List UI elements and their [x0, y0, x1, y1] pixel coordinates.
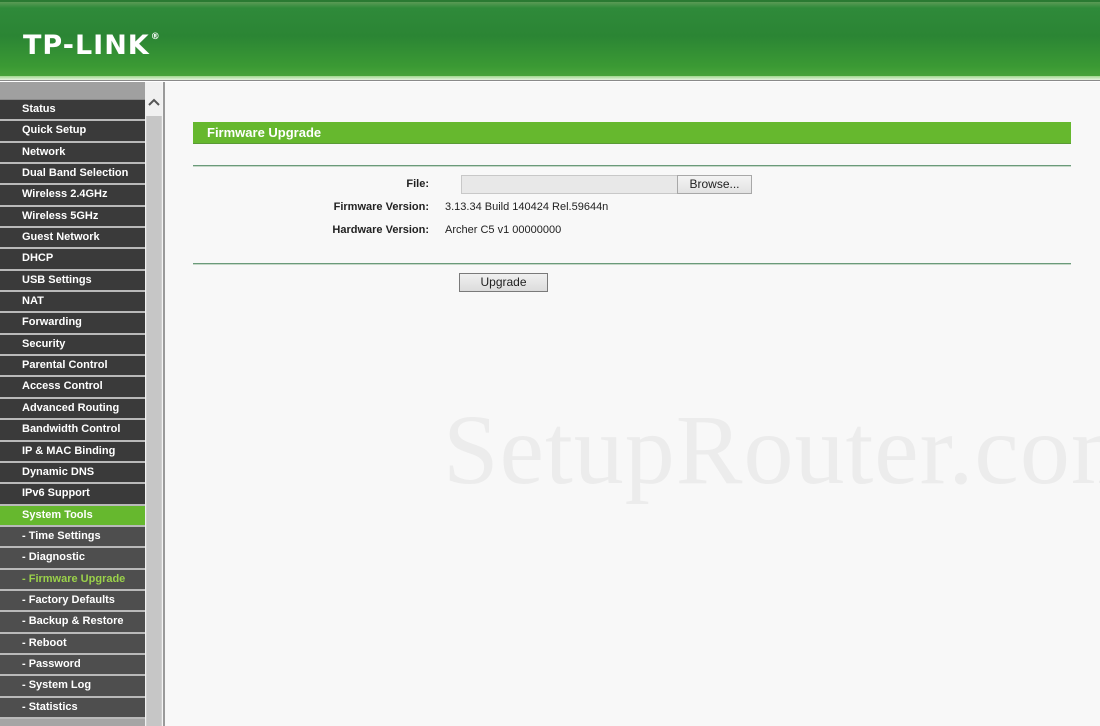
sidebar-item-system-tools[interactable]: System Tools — [0, 505, 145, 527]
sidebar-item-quick-setup[interactable]: Quick Setup — [0, 121, 145, 143]
sidebar-item-status[interactable]: Status — [0, 100, 145, 122]
sidebar-item-diagnostic[interactable]: - Diagnostic — [0, 548, 145, 570]
sidebar-frame: Status Quick Setup Network Dual Band Select… — [0, 82, 162, 726]
sidebar-item-factory-defaults[interactable]: - Factory Defaults — [0, 590, 145, 613]
sidebar-item-parental-control[interactable]: Parental Control — [0, 356, 145, 378]
firmware-version-label: Firmware Version: — [333, 201, 429, 213]
sidebar-item-ipv6-support[interactable]: IPv6 Support — [0, 484, 145, 506]
header-banner: TP-LINK® — [0, 0, 1100, 78]
sidebar-item-advanced-routing[interactable]: Advanced Routing — [0, 398, 145, 421]
browse-button[interactable]: Browse... — [677, 175, 752, 194]
divider-bottom — [193, 263, 1071, 265]
main-content: Firmware Upgrade File: Browse... Firmwar… — [165, 82, 1100, 726]
sidebar-item-ip-and-mac-binding[interactable]: IP & MAC Binding — [0, 441, 145, 463]
nav-list: Status Quick Setup Network Dual Band Select… — [0, 100, 145, 719]
sidebar-item-reboot[interactable]: - Reboot — [0, 633, 145, 655]
hardware-version-value: Archer C5 v1 00000000 — [445, 224, 562, 236]
file-path-input[interactable] — [461, 175, 679, 194]
sidebar-item-network[interactable]: Network — [0, 142, 145, 165]
tp-link-logo: TP-LINK® — [23, 30, 161, 61]
sidebar-item-access-control[interactable]: Access Control — [0, 377, 145, 399]
sidebar-top-bar — [0, 82, 145, 100]
divider-top — [193, 165, 1071, 167]
firmware-version-value: 3.13.34 Build 140424 Rel.59644n — [445, 201, 609, 213]
sidebar-item-statistics[interactable]: - Statistics — [0, 697, 145, 719]
sidebar-item-nat[interactable]: NAT — [0, 292, 145, 314]
sidebar-item-wireless-5ghz[interactable]: Wireless 5GHz — [0, 206, 145, 229]
sidebar-item-usb-settings[interactable]: USB Settings — [0, 270, 145, 293]
sidebar-item-backup-and-restore[interactable]: - Backup & Restore — [0, 612, 145, 634]
sidebar-item-security[interactable]: Security — [0, 334, 145, 357]
scrollbar-thumb[interactable] — [147, 116, 161, 726]
sidebar-item-wireless-2-4ghz[interactable]: Wireless 2.4GHz — [0, 185, 145, 207]
hardware-version-label: Hardware Version: — [332, 224, 429, 236]
header-divider — [0, 76, 1100, 81]
sidebar-item-dynamic-dns[interactable]: Dynamic DNS — [0, 462, 145, 485]
registered-mark: ® — [150, 32, 161, 42]
sidebar-item-system-log[interactable]: - System Log — [0, 676, 145, 698]
page-title: Firmware Upgrade — [193, 122, 1071, 144]
sidebar-item-guest-network[interactable]: Guest Network — [0, 228, 145, 250]
file-label: File: — [406, 178, 429, 190]
sidebar-item-bandwidth-control[interactable]: Bandwidth Control — [0, 420, 145, 442]
watermark-text: SetupRouter.com — [443, 394, 1100, 505]
sidebar-item-firmware-upgrade[interactable]: - Firmware Upgrade — [0, 569, 145, 591]
sidebar-item-forwarding[interactable]: Forwarding — [0, 313, 145, 335]
scroll-up-icon[interactable] — [146, 82, 162, 116]
logo-text: TP-LINK — [23, 30, 150, 61]
sidebar-menu: Status Quick Setup Network Dual Band Select… — [0, 82, 145, 726]
sidebar-item-time-settings[interactable]: - Time Settings — [0, 526, 145, 549]
sidebar-item-dhcp[interactable]: DHCP — [0, 249, 145, 271]
sidebar-item-dual-band-selection[interactable]: Dual Band Selection — [0, 164, 145, 186]
sidebar-scrollbar[interactable] — [145, 82, 162, 726]
sidebar-item-password[interactable]: - Password — [0, 654, 145, 677]
upgrade-button[interactable]: Upgrade — [459, 273, 548, 292]
